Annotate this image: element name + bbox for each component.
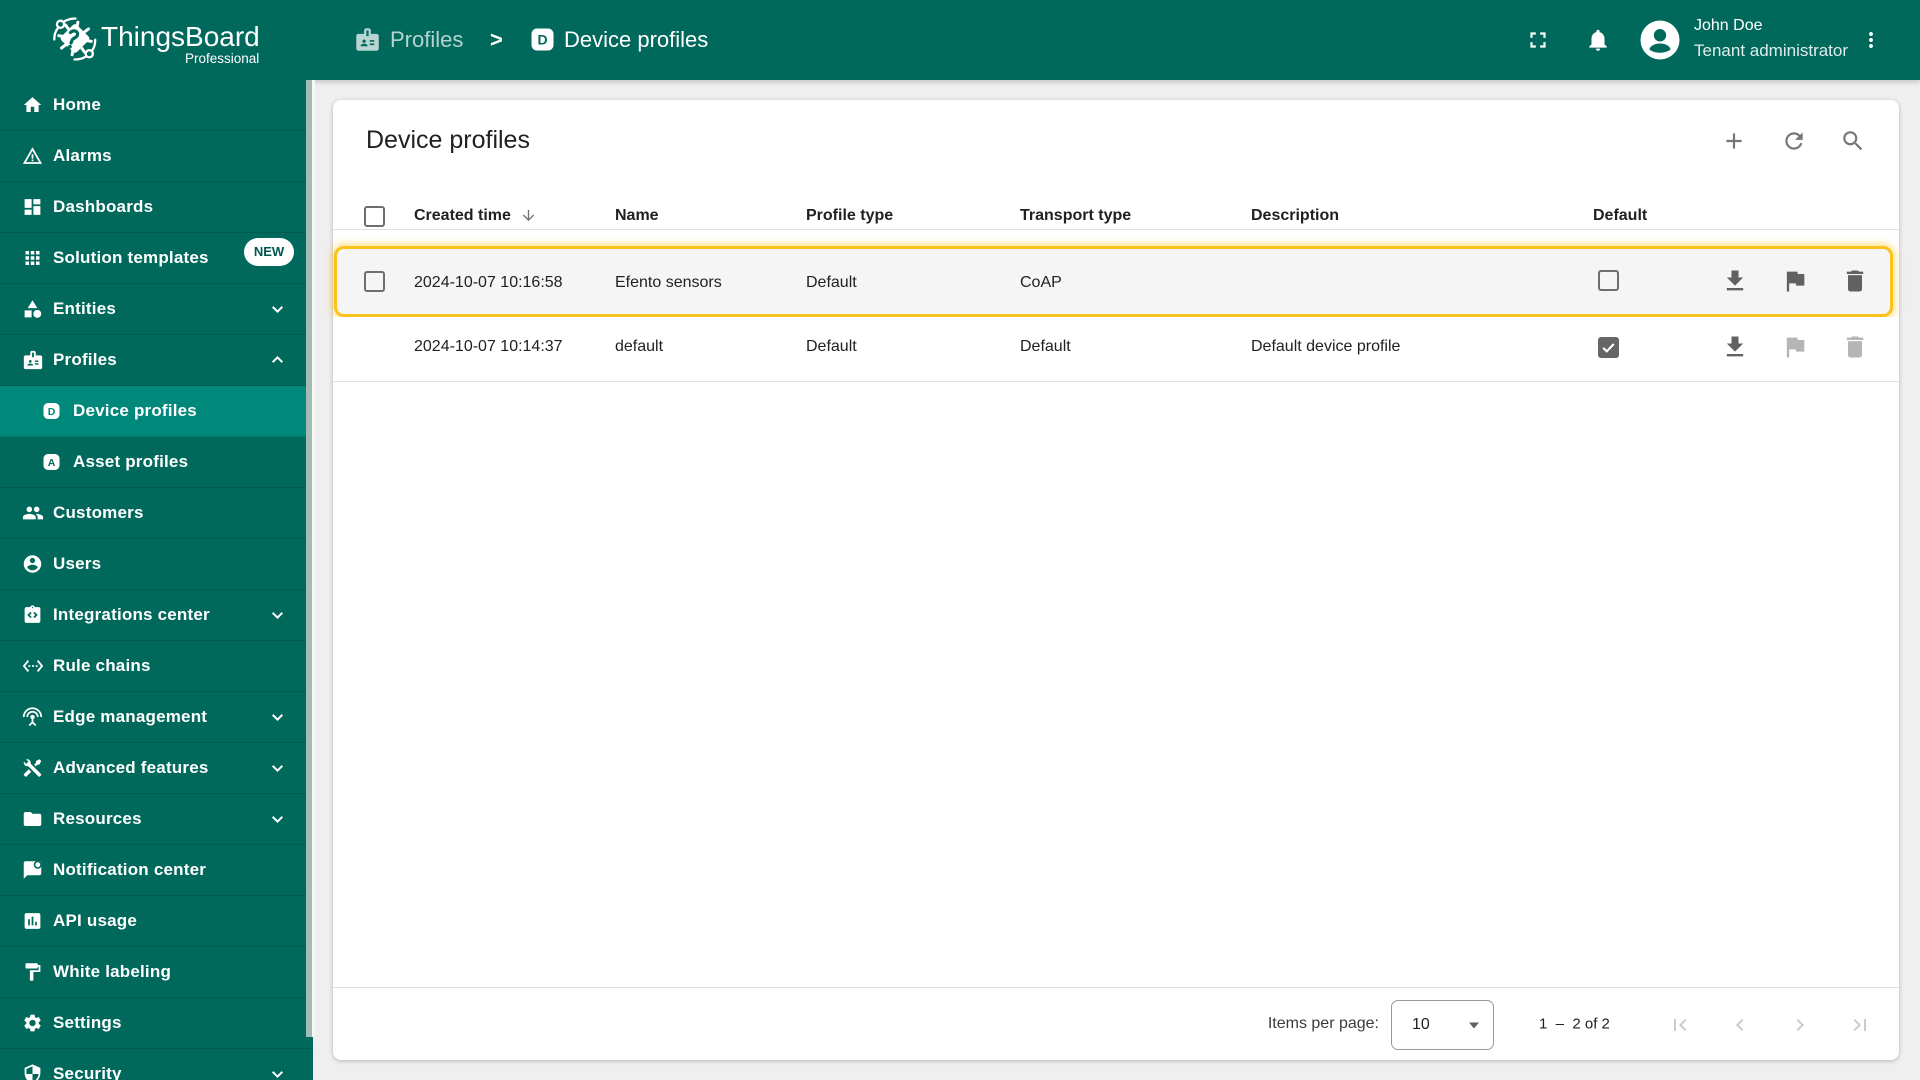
svg-text:D: D: [48, 406, 56, 418]
svg-text:D: D: [537, 32, 547, 48]
svg-text:A: A: [48, 457, 56, 469]
